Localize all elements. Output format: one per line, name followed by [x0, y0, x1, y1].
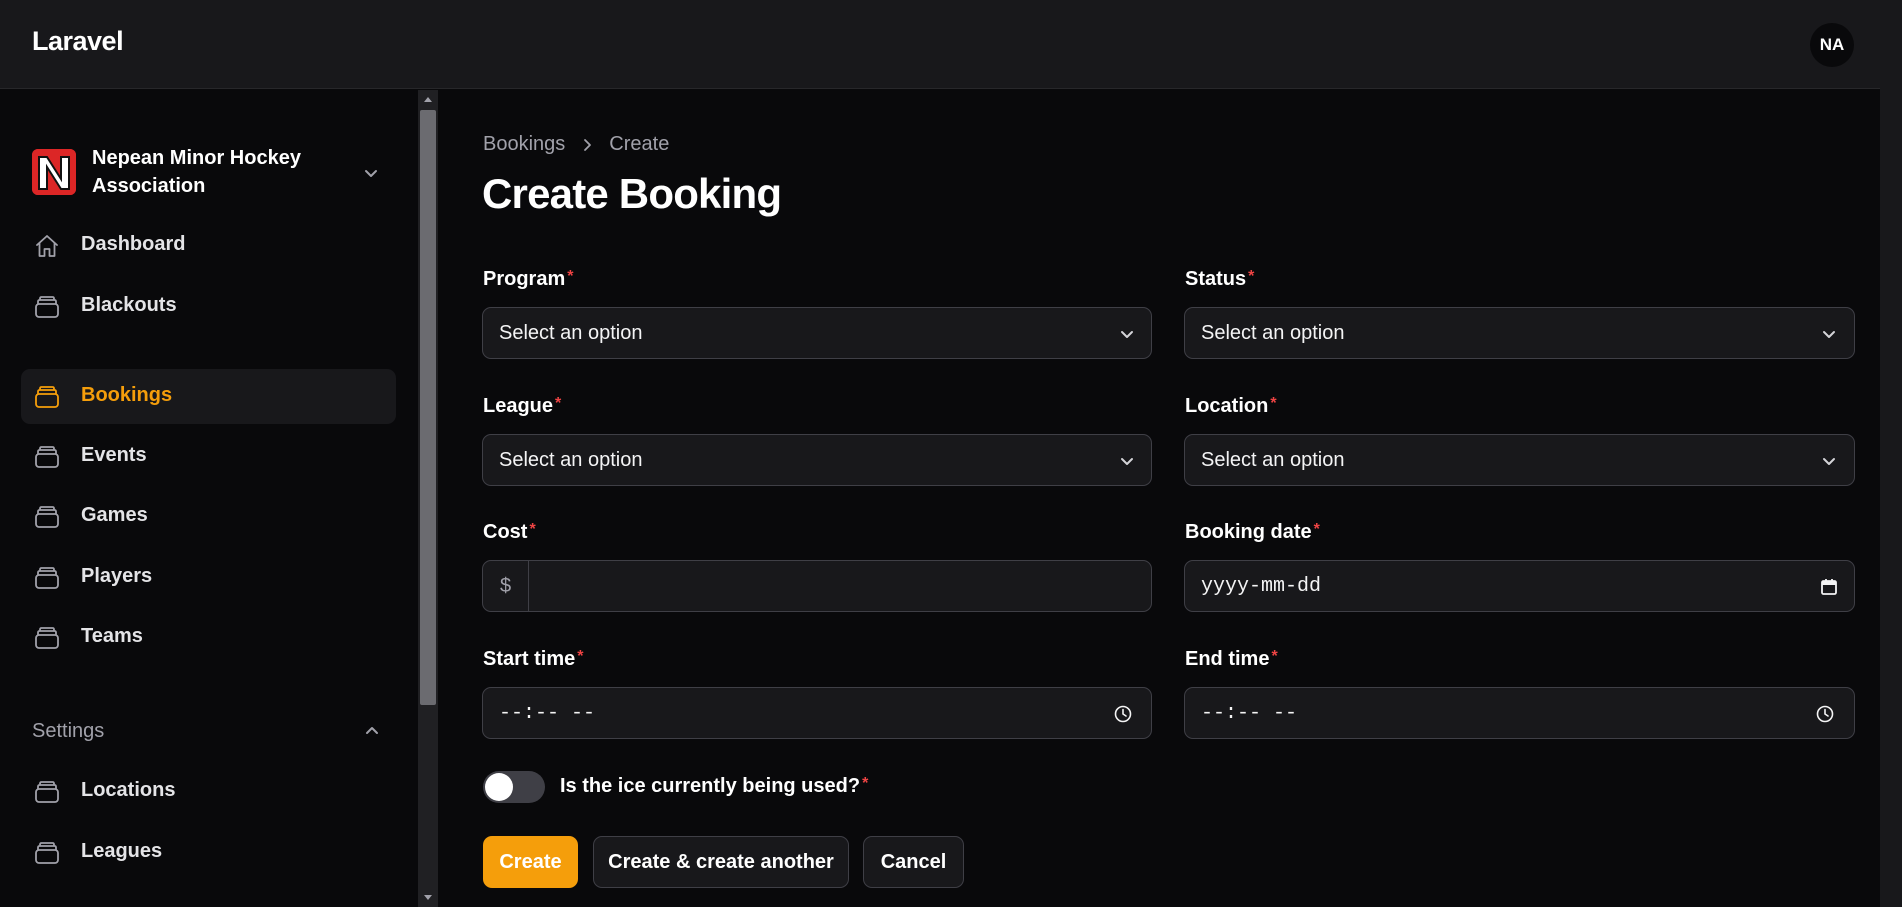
ice-in-use-toggle[interactable] — [483, 771, 545, 803]
required-mark: * — [1270, 395, 1277, 412]
scrollbar-thumb[interactable] — [420, 110, 436, 705]
sidebar-item-leagues[interactable]: Leagues — [21, 825, 396, 880]
scroll-up-arrow-icon[interactable] — [418, 90, 438, 108]
sidebar-item-locations[interactable]: Locations — [21, 764, 396, 819]
sidebar-item-games[interactable]: Games — [21, 489, 396, 544]
stack-icon — [35, 296, 59, 318]
sidebar-scrollbar[interactable] — [418, 90, 438, 907]
stack-icon — [35, 842, 59, 864]
sidebar-item-label: Players — [81, 565, 153, 587]
window-edge — [1880, 0, 1902, 907]
stack-icon — [35, 627, 59, 649]
chevron-up-icon[interactable] — [363, 722, 381, 740]
toggle-knob — [485, 773, 513, 801]
required-mark: * — [555, 395, 562, 412]
breadcrumb-link-bookings[interactable]: Bookings — [483, 133, 565, 156]
user-avatar[interactable]: NA — [1810, 23, 1854, 67]
scroll-down-arrow-icon[interactable] — [418, 889, 438, 907]
status-select[interactable]: Select an option — [1184, 307, 1855, 359]
chevron-down-icon — [365, 170, 377, 177]
tenant-switcher[interactable]: Nepean Minor Hockey Association — [32, 144, 392, 204]
calendar-icon[interactable] — [1819, 577, 1839, 597]
sidebar-item-label: Events — [81, 444, 147, 466]
clock-icon[interactable] — [1113, 704, 1133, 724]
booking-date-label: Booking date * — [1185, 521, 1320, 543]
booking-date-field[interactable]: yyyy-mm-dd — [1184, 560, 1855, 612]
end-time-field[interactable]: --:-- -- — [1184, 687, 1855, 739]
required-mark: * — [1248, 268, 1255, 285]
breadcrumb-current: Create — [609, 133, 670, 155]
end-time-placeholder: --:-- -- — [1201, 702, 1298, 725]
required-mark: * — [862, 775, 869, 792]
chevron-right-icon — [584, 138, 592, 151]
page-title: Create Booking — [482, 170, 782, 217]
status-label: Status * — [1185, 268, 1255, 290]
league-select-value: Select an option — [499, 449, 643, 471]
sidebar-item-teams[interactable]: Teams — [21, 610, 396, 665]
sidebar-item-label: Bookings — [81, 384, 173, 406]
topbar: Laravel NA — [0, 0, 1902, 89]
program-select[interactable]: Select an option — [482, 307, 1152, 359]
sidebar: Nepean Minor Hockey Association Dashboar… — [0, 90, 418, 907]
stack-icon — [35, 446, 59, 468]
required-mark: * — [567, 268, 574, 285]
brand-logo[interactable]: Laravel — [32, 26, 124, 57]
program-select-value: Select an option — [499, 322, 643, 344]
cost-label: Cost * — [483, 521, 536, 543]
sidebar-item-label: Locations — [81, 779, 176, 801]
sidebar-item-bookings[interactable]: Bookings — [21, 369, 396, 424]
start-time-field[interactable]: --:-- -- — [482, 687, 1152, 739]
sidebar-item-label: Blackouts — [81, 294, 177, 316]
stack-icon — [35, 506, 59, 528]
chevron-down-icon — [1823, 458, 1835, 465]
create-button[interactable]: Create — [483, 836, 578, 888]
create-another-button[interactable]: Create & create another — [593, 836, 849, 888]
end-time-label: End time * — [1185, 648, 1278, 670]
booking-date-placeholder: yyyy-mm-dd — [1201, 575, 1322, 598]
sidebar-item-label: Games — [81, 504, 148, 526]
sidebar-item-dashboard[interactable]: Dashboard — [21, 218, 396, 273]
location-select[interactable]: Select an option — [1184, 434, 1855, 486]
required-mark: * — [529, 521, 536, 538]
required-mark: * — [1271, 648, 1278, 665]
location-select-value: Select an option — [1201, 449, 1345, 471]
cancel-button[interactable]: Cancel — [863, 836, 964, 888]
chevron-down-icon — [1823, 331, 1835, 338]
sidebar-item-label: Dashboard — [81, 233, 186, 255]
stack-icon — [35, 567, 59, 589]
chevron-down-icon — [1121, 458, 1133, 465]
sidebar-item-label: Teams — [81, 625, 143, 647]
location-label: Location * — [1185, 395, 1277, 417]
stack-icon — [35, 386, 59, 408]
chevron-down-icon — [1121, 331, 1133, 338]
tenant-name: Nepean Minor Hockey Association — [92, 147, 301, 197]
sidebar-group-settings[interactable]: Settings — [32, 720, 104, 743]
stack-icon — [35, 781, 59, 803]
sidebar-item-blackouts[interactable]: Blackouts — [21, 279, 396, 334]
league-label: League * — [483, 395, 562, 417]
required-mark: * — [1313, 521, 1320, 538]
program-label: Program * — [483, 268, 574, 290]
start-time-placeholder: --:-- -- — [499, 702, 596, 725]
sidebar-item-events[interactable]: Events — [21, 429, 396, 484]
breadcrumb: Bookings Create — [483, 133, 669, 156]
tenant-logo-icon — [32, 149, 76, 195]
clock-icon[interactable] — [1815, 704, 1835, 724]
home-icon — [36, 235, 58, 257]
sidebar-item-players[interactable]: Players — [21, 550, 396, 605]
league-select[interactable]: Select an option — [482, 434, 1152, 486]
currency-prefix: $ — [483, 561, 529, 611]
cost-field[interactable]: $ — [482, 560, 1152, 612]
start-time-label: Start time * — [483, 648, 584, 670]
ice-in-use-label: Is the ice currently being used? * — [560, 775, 869, 797]
required-mark: * — [577, 648, 584, 665]
sidebar-item-label: Leagues — [81, 840, 163, 862]
status-select-value: Select an option — [1201, 322, 1345, 344]
